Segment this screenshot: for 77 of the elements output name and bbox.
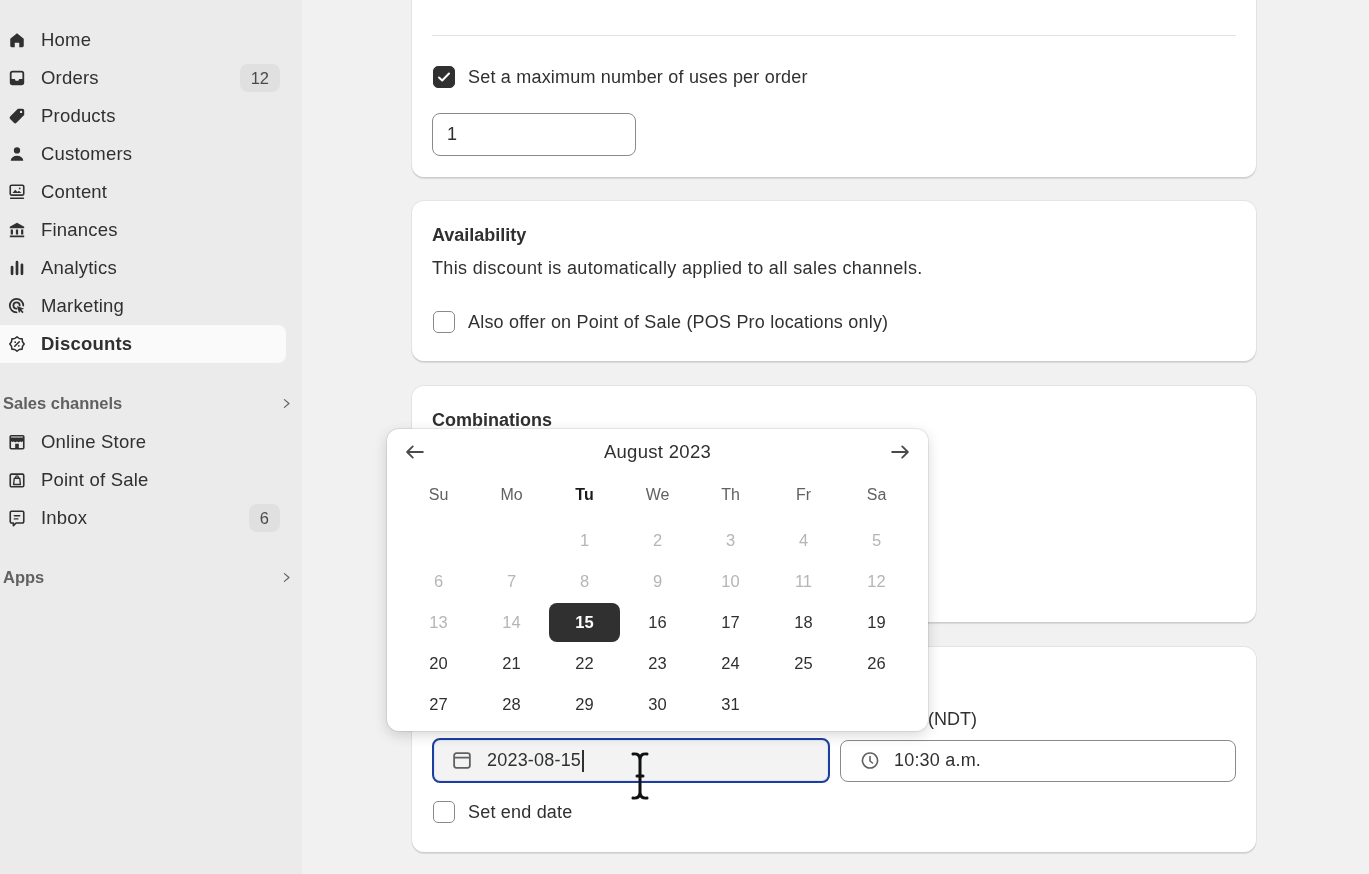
calendar-day[interactable]: 28	[476, 685, 547, 724]
chat-bubble-icon	[8, 509, 26, 527]
text-cursor-icon	[630, 751, 650, 801]
clock-icon	[861, 752, 879, 769]
checkbox[interactable]	[433, 66, 455, 88]
calendar-icon	[453, 752, 471, 769]
section-header[interactable]: Apps	[0, 562, 291, 592]
image-icon	[8, 183, 26, 201]
calendar-day[interactable]: 29	[549, 685, 620, 724]
count-badge: 6	[248, 504, 280, 532]
max-uses-input[interactable]: 1	[432, 113, 636, 156]
card-title: Availability	[432, 224, 527, 247]
previous-month-button[interactable]	[406, 445, 424, 459]
month-title: August 2023	[603, 441, 712, 463]
checkmark-icon	[438, 72, 450, 82]
nav-item[interactable]: Discounts	[0, 325, 286, 363]
calendar-day[interactable]: 23	[622, 644, 693, 683]
calendar-day[interactable]: 16	[622, 603, 693, 642]
nav-item[interactable]: Content	[0, 173, 286, 211]
calendar-day[interactable]: 26	[841, 644, 912, 683]
checkbox-label: Also offer on Point of Sale (POS Pro locations only)	[468, 311, 889, 333]
calendar-day[interactable]: 21	[476, 644, 547, 683]
tag-icon	[8, 107, 26, 125]
percent-badge-icon	[8, 335, 26, 353]
calendar-day[interactable]: 17	[695, 603, 766, 642]
nav-item[interactable]: Analytics	[0, 249, 286, 287]
weekday-label: Fr	[795, 485, 812, 505]
house-icon	[8, 31, 26, 49]
arrow-right-icon	[891, 445, 909, 459]
calendar-day[interactable]: 20	[403, 644, 474, 683]
person-icon	[8, 145, 26, 163]
nav-item[interactable]: Marketing	[0, 287, 286, 325]
bar-chart-icon	[8, 259, 26, 277]
count-badge: 12	[239, 64, 280, 92]
storefront-icon	[8, 433, 26, 451]
text-caret-icon	[582, 749, 584, 772]
bank-icon	[8, 221, 26, 239]
nav-item[interactable]: Finances	[0, 211, 286, 249]
chevron-right-icon	[283, 396, 291, 410]
calendar-day[interactable]: 24	[695, 644, 766, 683]
shopping-bag-icon	[8, 471, 26, 489]
nav-item[interactable]: Online Store	[0, 423, 286, 461]
nav-item[interactable]: Customers	[0, 135, 286, 173]
next-month-button[interactable]	[891, 445, 909, 459]
section-header[interactable]: Sales channels	[0, 388, 291, 418]
arrow-left-icon	[406, 445, 424, 459]
checkbox[interactable]	[433, 801, 455, 823]
checkbox-label: Set end date	[468, 801, 573, 823]
calendar-day[interactable]: 19	[841, 603, 912, 642]
nav-item[interactable]: Point of Sale	[0, 461, 286, 499]
inbox-tray-icon	[8, 69, 26, 87]
checkbox-label: Set a maximum number of uses per order	[468, 66, 808, 88]
weekday-label: Su	[428, 485, 449, 505]
target-cursor-icon	[8, 297, 26, 315]
time-zone-label: (NDT)	[928, 708, 977, 730]
calendar-day[interactable]: 15	[549, 603, 620, 642]
weekday-label: Th	[721, 485, 740, 505]
nav-item[interactable]: Inbox 6	[0, 499, 286, 537]
calendar-day[interactable]: 18	[768, 603, 839, 642]
nav-item[interactable]: Home	[0, 21, 286, 59]
weekday-label: We	[645, 485, 670, 505]
calendar-day[interactable]: 27	[403, 685, 474, 724]
weekday-label: Mo	[500, 485, 523, 505]
nav-item[interactable]: Products	[0, 97, 286, 135]
time-field[interactable]: 10:30 a.m.	[840, 739, 1236, 782]
nav-item[interactable]: Orders 12	[0, 59, 286, 97]
calendar-day[interactable]: 22	[549, 644, 620, 683]
calendar-day[interactable]: 30	[622, 685, 693, 724]
weekday-label: Tu	[575, 485, 594, 505]
date-field[interactable]: 2023-08-15	[432, 738, 830, 783]
calendar-day[interactable]: 31	[695, 685, 766, 724]
card-title: Combinations	[432, 409, 552, 432]
chevron-right-icon	[283, 570, 291, 584]
description-text: This discount is automatically applied to all sales channels.	[432, 257, 923, 280]
weekday-label: Sa	[866, 485, 887, 505]
checkbox[interactable]	[433, 311, 455, 333]
calendar-day[interactable]: 25	[768, 644, 839, 683]
